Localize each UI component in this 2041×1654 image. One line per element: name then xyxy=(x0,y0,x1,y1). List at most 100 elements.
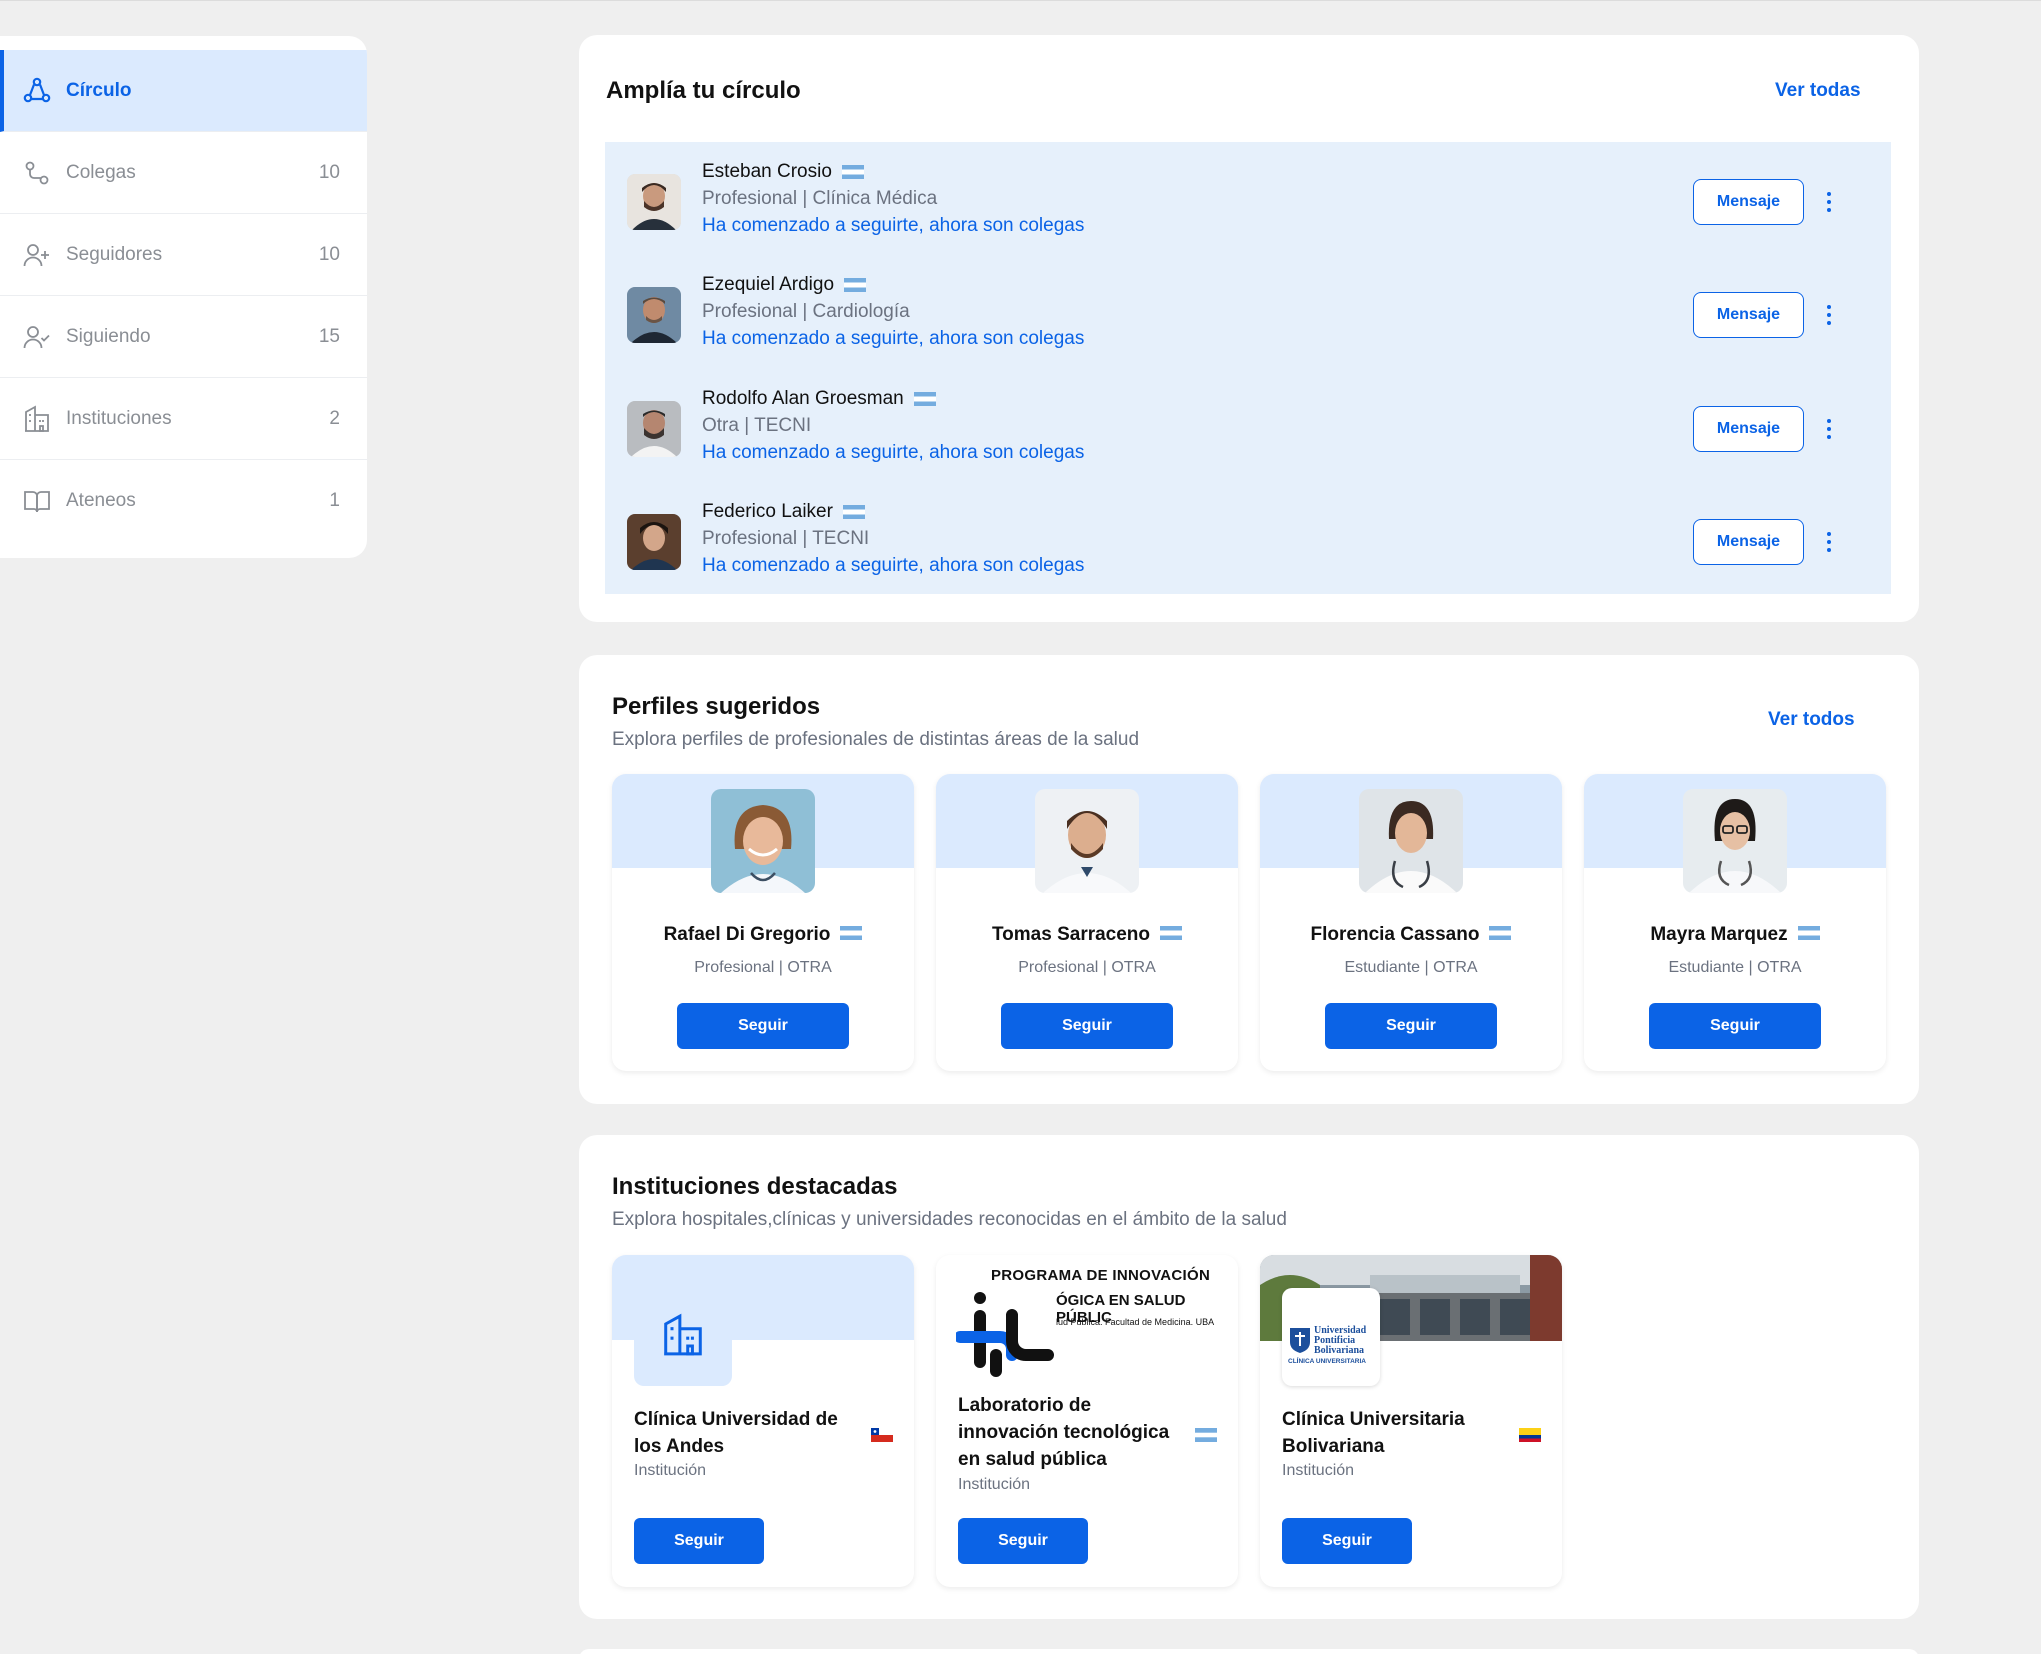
sidebar-item-label: Colegas xyxy=(66,161,136,183)
profile-name: Tomas Sarraceno xyxy=(936,924,1238,946)
avatar xyxy=(627,174,681,230)
sidebar-item-label: Siguiendo xyxy=(66,325,151,347)
institution-type: Institución xyxy=(634,1462,707,1479)
profile-card[interactable]: Rafael Di Gregorio Profesional | OTRA Se… xyxy=(612,774,914,1071)
institution-name: Clínica Universidad de los Andes xyxy=(634,1409,838,1457)
profile-card[interactable]: Tomas Sarraceno Profesional | OTRA Segui… xyxy=(936,774,1238,1071)
person-status: Ha comenzado a seguirte, ahora son coleg… xyxy=(702,328,1085,349)
person-name[interactable]: Esteban Crosio xyxy=(702,161,864,183)
avatar xyxy=(627,401,681,457)
sidebar-item-count: 15 xyxy=(318,325,340,347)
profile-name: Florencia Cassano xyxy=(1260,924,1562,946)
follow-button[interactable]: Seguir xyxy=(634,1518,764,1564)
sidebar-item-count: 1 xyxy=(329,490,340,511)
institution-logo xyxy=(634,1288,732,1386)
follow-button[interactable]: Seguir xyxy=(677,1003,849,1049)
profile-name: Rafael Di Gregorio xyxy=(612,924,914,946)
more-options-icon[interactable] xyxy=(1817,185,1841,219)
profile-photo xyxy=(1035,789,1139,893)
argentina-flag-icon xyxy=(1797,926,1820,940)
circle-list: Esteban Crosio Profesional | Clínica Méd… xyxy=(605,142,1891,594)
colleagues-link-icon xyxy=(22,158,52,188)
sidebar-item-circulo[interactable]: Círculo xyxy=(0,50,367,132)
sidebar-item-count: 10 xyxy=(318,243,340,265)
institution-logo: Universidad Pontificia Bolivariana CLÍNI… xyxy=(1282,1288,1380,1386)
person-name[interactable]: Ezequiel Ardigo xyxy=(702,274,867,296)
sidebar: Círculo Colegas 10 Seguidores 10 Siguien… xyxy=(0,36,367,558)
expand-circle-card: Amplía tu círculo Ver todas Esteban Cros… xyxy=(579,35,1919,622)
sidebar-item-label: Seguidores xyxy=(66,243,163,265)
colombia-flag-icon xyxy=(1519,1428,1541,1442)
person-role: Profesional | TECNI xyxy=(702,528,870,549)
user-plus-icon xyxy=(22,240,52,270)
more-options-icon[interactable] xyxy=(1817,525,1841,559)
sidebar-item-label: Ateneos xyxy=(66,490,136,511)
institution-card[interactable]: Universidad Pontificia Bolivariana CLÍNI… xyxy=(1260,1255,1562,1587)
profile-role: Profesional | OTRA xyxy=(694,959,832,976)
book-open-icon xyxy=(22,486,52,516)
see-all-link[interactable]: Ver todos xyxy=(1768,709,1855,731)
sidebar-item-instituciones[interactable]: Instituciones 2 xyxy=(0,378,367,460)
follow-button[interactable]: Seguir xyxy=(958,1518,1088,1564)
institution-card[interactable]: PROGRAMA DE INNOVACIÓN ÓGICA EN SALUD PÚ… xyxy=(936,1255,1238,1587)
circle-network-icon xyxy=(22,76,52,106)
follow-button[interactable]: Seguir xyxy=(1325,1003,1497,1049)
person-role: Otra | TECNI xyxy=(702,415,812,436)
university-crest-icon xyxy=(1288,1326,1312,1359)
profile-name: Mayra Marquez xyxy=(1584,924,1886,946)
sidebar-item-ateneos[interactable]: Ateneos 1 xyxy=(0,460,367,542)
innovation-lab-logo-icon xyxy=(954,1285,1056,1388)
follow-button[interactable]: Seguir xyxy=(1001,1003,1173,1049)
next-section-card xyxy=(579,1649,1919,1654)
argentina-flag-icon xyxy=(841,165,864,179)
message-button[interactable]: Mensaje xyxy=(1693,519,1804,565)
argentina-flag-icon xyxy=(1489,926,1512,940)
person-name[interactable]: Rodolfo Alan Groesman xyxy=(702,388,936,410)
argentina-flag-icon xyxy=(842,505,865,519)
sidebar-item-seguidores[interactable]: Seguidores 10 xyxy=(0,214,367,296)
list-item: Ezequiel Ardigo Profesional | Cardiologí… xyxy=(605,260,1891,360)
argentina-flag-icon xyxy=(913,392,936,406)
person-name[interactable]: Federico Laiker xyxy=(702,501,865,523)
list-item: Esteban Crosio Profesional | Clínica Méd… xyxy=(605,147,1891,247)
profile-card[interactable]: Mayra Marquez Estudiante | OTRA Seguir xyxy=(1584,774,1886,1071)
institution-name: Clínica Universitaria Bolivariana xyxy=(1282,1409,1465,1457)
avatar xyxy=(627,287,681,343)
argentina-flag-icon xyxy=(844,278,867,292)
institution-banner: PROGRAMA DE INNOVACIÓN ÓGICA EN SALUD PÚ… xyxy=(936,1255,1238,1385)
follow-button[interactable]: Seguir xyxy=(1282,1518,1412,1564)
profile-photo xyxy=(1359,789,1463,893)
user-check-icon xyxy=(22,322,52,352)
person-status: Ha comenzado a seguirte, ahora son coleg… xyxy=(702,442,1085,463)
card-subtitle: Explora hospitales,clínicas y universida… xyxy=(612,1209,1287,1230)
profile-role: Profesional | OTRA xyxy=(1018,959,1156,976)
card-subtitle: Explora perfiles de profesionales de dis… xyxy=(612,729,1140,750)
message-button[interactable]: Mensaje xyxy=(1693,406,1804,452)
institution-type: Institución xyxy=(1282,1462,1355,1479)
see-all-link[interactable]: Ver todas xyxy=(1775,80,1861,102)
follow-button[interactable]: Seguir xyxy=(1649,1003,1821,1049)
person-role: Profesional | Clínica Médica xyxy=(702,188,938,209)
profile-photo xyxy=(1683,789,1787,893)
message-button[interactable]: Mensaje xyxy=(1693,292,1804,338)
institution-name: Laboratorio de innovación tecnológica en… xyxy=(958,1395,1170,1470)
person-status: Ha comenzado a seguirte, ahora son coleg… xyxy=(702,215,1085,236)
card-title: Perfiles sugeridos xyxy=(612,693,821,720)
profile-card[interactable]: Florencia Cassano Estudiante | OTRA Segu… xyxy=(1260,774,1562,1071)
building-icon xyxy=(22,404,52,434)
sidebar-item-label: Círculo xyxy=(66,79,132,101)
chile-flag-icon xyxy=(871,1428,893,1442)
building-icon xyxy=(661,1313,705,1362)
sidebar-item-siguiendo[interactable]: Siguiendo 15 xyxy=(0,296,367,378)
sidebar-item-label: Instituciones xyxy=(66,407,172,429)
message-button[interactable]: Mensaje xyxy=(1693,179,1804,225)
more-options-icon[interactable] xyxy=(1817,298,1841,332)
avatar xyxy=(627,514,681,570)
sidebar-item-count: 10 xyxy=(318,161,340,183)
institution-card[interactable]: Clínica Universidad de los Andes Institu… xyxy=(612,1255,914,1587)
profile-role: Estudiante | OTRA xyxy=(1344,959,1478,976)
profile-role: Estudiante | OTRA xyxy=(1668,959,1802,976)
person-status: Ha comenzado a seguirte, ahora son coleg… xyxy=(702,555,1085,576)
sidebar-item-colegas[interactable]: Colegas 10 xyxy=(0,132,367,214)
more-options-icon[interactable] xyxy=(1817,412,1841,446)
